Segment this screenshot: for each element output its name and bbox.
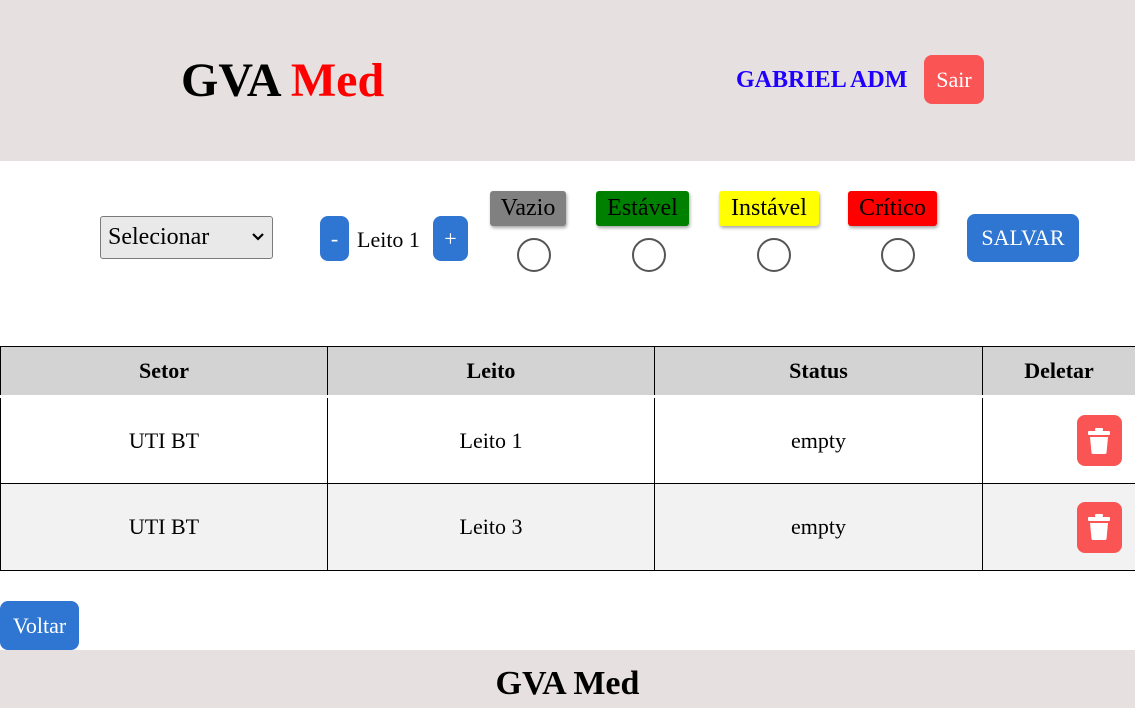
bed-number-label: Leito 1 [357,227,420,252]
brand-text-primary: GVA [181,54,291,107]
status-radio-estavel[interactable] [632,238,666,272]
column-header-deletar: Deletar [982,346,1135,397]
logout-button[interactable]: Sair [924,55,984,104]
user-name: GABRIEL ADM [736,67,908,93]
footer-title: GVA Med [495,665,640,702]
bed-increment-button[interactable]: + [433,216,468,261]
sector-select-value: Selecionar [108,224,210,250]
bed-decrement-button[interactable]: - [320,216,349,261]
cell-status: empty [654,395,983,484]
header: GVA Med GABRIEL ADM Sair [0,0,1135,161]
column-header-setor: Setor [0,346,328,397]
cell-delete [982,483,1135,571]
column-header-status: Status [654,346,983,397]
status-radio-instavel[interactable] [757,238,791,272]
status-label-vazio: Vazio [490,191,566,226]
cell-delete [982,395,1135,484]
cell-leito: Leito 1 [327,395,655,484]
cell-status: empty [654,483,983,571]
table-header-row: Setor Leito Status Deletar [0,346,1135,397]
status-label-estavel: Estável [596,191,689,226]
trash-icon [1088,514,1110,540]
column-header-leito: Leito [327,346,655,397]
chevron-down-icon [252,233,264,241]
delete-button[interactable] [1076,501,1122,553]
status-radio-critico[interactable] [881,238,915,272]
status-radio-vazio[interactable] [517,238,551,272]
table-row: UTI BT Leito 1 empty [0,395,1135,484]
trash-icon [1088,427,1110,454]
delete-button[interactable] [1076,415,1122,466]
save-button[interactable]: SALVAR [967,214,1079,262]
cell-leito: Leito 3 [327,483,655,571]
sector-select[interactable]: Selecionar [100,216,273,259]
beds-table: Setor Leito Status Deletar UTI BT Leito … [0,346,1135,571]
status-label-instavel: Instável [719,191,819,226]
footer: GVA Med [0,650,1135,708]
table-row: UTI BT Leito 3 empty [0,483,1135,571]
brand-logo: GVA Med [181,53,384,109]
cell-setor: UTI BT [0,395,328,484]
brand-text-accent: Med [290,54,385,107]
status-label-critico: Crítico [848,191,937,226]
cell-setor: UTI BT [0,483,328,571]
back-button[interactable]: Voltar [0,601,79,650]
